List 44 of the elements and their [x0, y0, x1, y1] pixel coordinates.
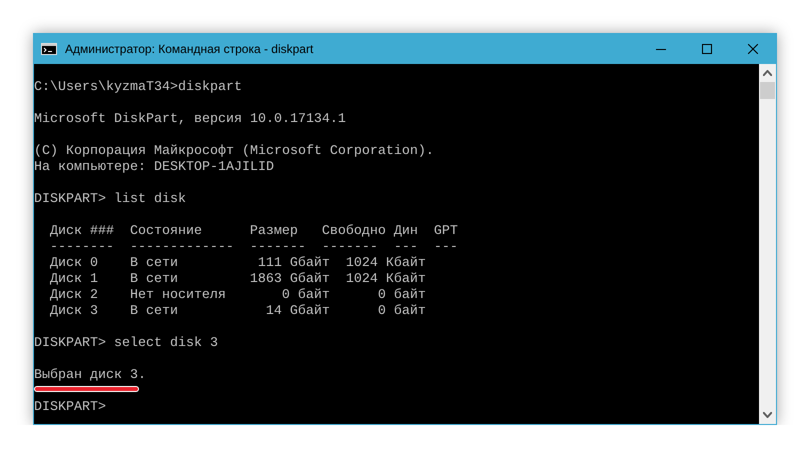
- table-cell-text: Диск 3: [50, 304, 99, 320]
- table-cell-text: 0 байт: [376, 304, 426, 320]
- column-rule: ---: [394, 240, 419, 256]
- table-cell-text: 0 байт: [280, 288, 330, 304]
- column-header: Диск ###: [50, 224, 115, 240]
- table-cell-text: 0 байт: [376, 288, 426, 304]
- column-header: Состояние: [130, 224, 203, 240]
- scrollbar[interactable]: [759, 64, 776, 424]
- console-line: DISKPART> list disk: [34, 192, 186, 208]
- table-cell-text: В сети: [130, 272, 179, 288]
- table-cell-text: 1024 Кбайт: [344, 272, 426, 288]
- console-icon: [41, 43, 57, 55]
- column-header: GPT: [434, 224, 458, 240]
- table-cell-text: Диск 0: [50, 256, 99, 272]
- console-line: Выбран диск 3.: [34, 368, 146, 384]
- window-title: Администратор: Командная строка - diskpart: [65, 42, 314, 56]
- column-header: Размер: [250, 224, 299, 240]
- console-line: DISKPART> select disk 3: [34, 336, 218, 352]
- scroll-up-icon[interactable]: [763, 70, 772, 76]
- close-icon: [748, 44, 758, 54]
- table-cell-text: Нет носителя: [130, 288, 227, 304]
- table-cell-text: Диск 1: [50, 272, 99, 288]
- table-cell-text: Диск 2: [50, 288, 99, 304]
- column-rule: ---: [434, 240, 458, 256]
- table-cell-text: В сети: [130, 256, 179, 272]
- console-line: C:\Users\kyzmaT34>diskpart: [34, 80, 242, 96]
- scroll-down-icon[interactable]: [763, 412, 772, 418]
- column-header: Дин: [394, 224, 419, 240]
- table-cell-text: 111 Gбайт: [256, 256, 330, 272]
- column-rule: -------: [322, 240, 379, 256]
- column-rule: --------: [50, 240, 115, 256]
- table-cell-text: 14 Gбайт: [264, 304, 330, 320]
- console-line: Microsoft DiskPart, версия 10.0.17134.1: [34, 112, 346, 128]
- console-line: (C) Корпорация Майкрософт (Microsoft Corporation).: [34, 144, 434, 160]
- table-cell-text: 1024 Кбайт: [344, 256, 426, 272]
- column-header: Свободно: [322, 224, 387, 240]
- scroll-thumb[interactable]: [760, 82, 775, 99]
- table-cell-text: В сети: [130, 304, 179, 320]
- console-line: DISKPART>: [34, 400, 106, 416]
- table-cell-text: 1863 Gбайт: [248, 272, 330, 288]
- maximize-icon: [702, 44, 712, 54]
- console-line: На компьютере: DESKTOP-1AJILID: [34, 160, 274, 176]
- column-rule: -------: [250, 240, 307, 256]
- column-rule: -------------: [130, 240, 235, 256]
